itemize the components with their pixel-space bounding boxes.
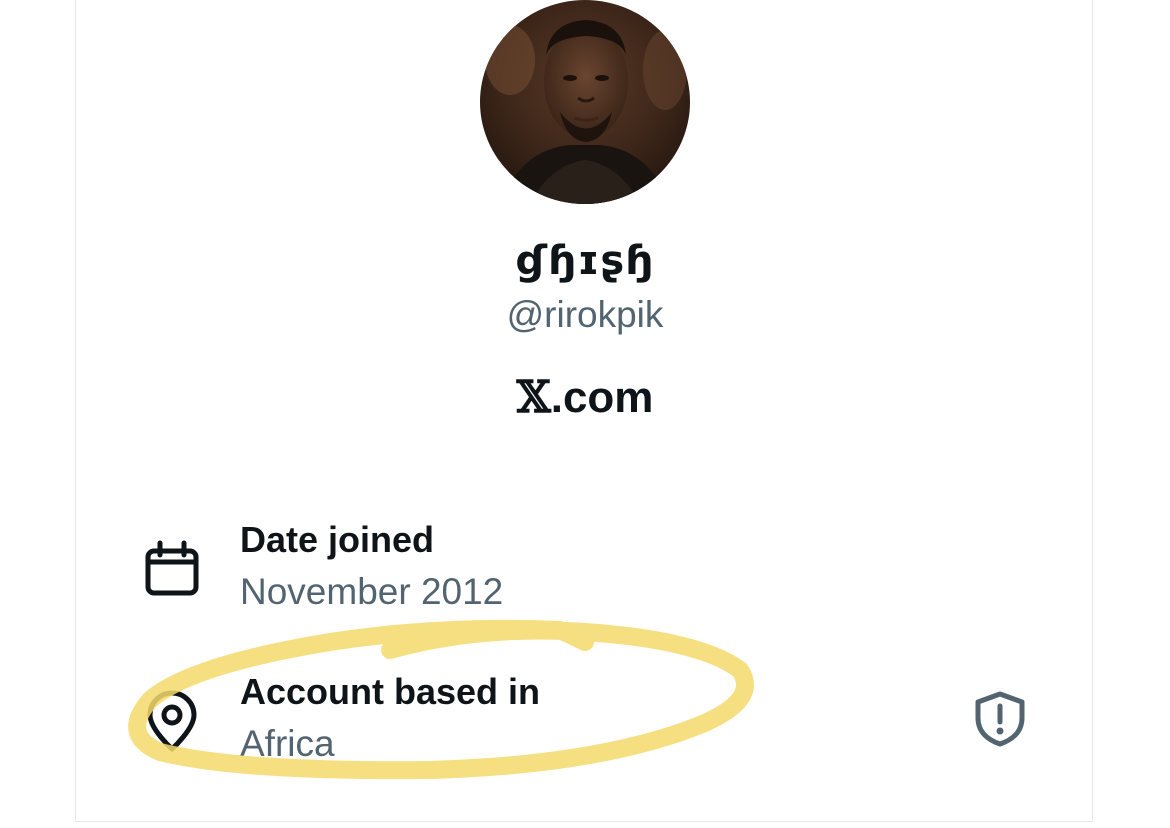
site-label: 𝕏.com — [0, 372, 1170, 423]
x-logo-glyph: 𝕏 — [516, 372, 551, 423]
site-domain: .com — [550, 373, 654, 422]
avatar[interactable] — [480, 0, 690, 204]
display-name: ɠɧɪʂɧ — [515, 238, 655, 284]
about-account-page: ɠɧɪʂɧ @rirokpik 𝕏.com Date joined Novemb… — [0, 0, 1170, 828]
location-pin-icon — [147, 690, 197, 752]
shield-alert-icon[interactable] — [970, 688, 1030, 748]
avatar-image — [480, 0, 690, 204]
date-joined-value: November 2012 — [240, 571, 504, 612]
user-handle: @rirokpik — [506, 294, 664, 335]
calendar-icon — [145, 540, 199, 596]
account-based-in-value: Africa — [240, 723, 335, 764]
date-joined-row: Date joined November 2012 — [140, 515, 1040, 625]
date-joined-label: Date joined — [240, 519, 435, 560]
account-based-in-row: Account based in Africa — [140, 667, 1040, 777]
account-based-in-label: Account based in — [240, 671, 541, 712]
